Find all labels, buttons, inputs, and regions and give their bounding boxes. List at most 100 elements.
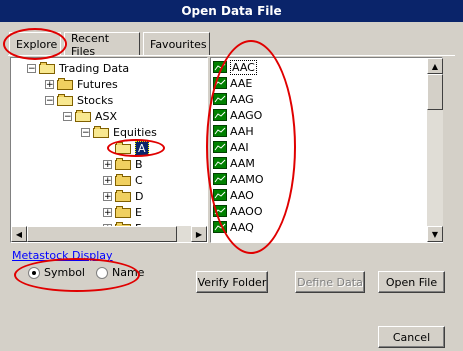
metastock-display-label: Metastock Display [12, 249, 113, 262]
tree-item[interactable]: + E [103, 204, 142, 220]
file-list-vertical-scrollbar[interactable]: ▲ ▼ [427, 58, 443, 242]
name-radio-label: Name [112, 266, 145, 279]
tab-favourites-label: Favourites [150, 38, 207, 51]
folder-icon [57, 78, 73, 90]
folder-icon [115, 190, 131, 202]
tab-underline [8, 55, 455, 56]
file-list-item[interactable]: AAMO [213, 171, 264, 187]
tree-item-label: B [135, 157, 143, 171]
verify-folder-label: Verify Folder [197, 275, 267, 289]
file-list[interactable]: AAC AAE AAG AAGO AAH AAI AAM AAMO AAO AAOO AAQ [210, 57, 443, 243]
tree-item[interactable]: − Stocks [45, 92, 113, 108]
file-list-item[interactable]: AAO [213, 187, 254, 203]
tab-favourites[interactable]: Favourites [143, 32, 210, 56]
tree-item[interactable]: + Futures [45, 76, 118, 92]
open-file-label: Open File [385, 275, 438, 289]
file-list-item[interactable]: AAI [213, 139, 249, 155]
file-list-item[interactable]: AAH [213, 123, 254, 139]
tree-item-label: Trading Data [59, 61, 130, 75]
folder-icon [39, 62, 55, 74]
tree-item[interactable]: − ASX [63, 108, 117, 124]
tree-item-label: Stocks [77, 93, 114, 107]
title-bar: Open Data File [0, 0, 463, 22]
chart-file-icon [213, 221, 227, 233]
tree-item-label: A [135, 140, 149, 156]
tree-item-label: ASX [95, 109, 118, 123]
scroll-up-button[interactable]: ▲ [427, 58, 443, 74]
expand-icon[interactable]: + [103, 159, 112, 169]
scroll-down-button[interactable]: ▼ [427, 226, 443, 242]
file-list-item-label: AAGO [230, 108, 263, 122]
chart-file-icon [213, 125, 227, 137]
file-list-item-label: AAC [230, 59, 257, 75]
tree-horizontal-thumb[interactable] [27, 226, 177, 242]
file-list-item-label: AAMO [230, 172, 264, 186]
tab-recent-files[interactable]: Recent Files [64, 31, 140, 58]
name-radio[interactable] [96, 266, 108, 279]
expand-icon[interactable]: + [103, 207, 112, 217]
folder-icon [75, 110, 91, 122]
chart-file-icon [213, 157, 227, 169]
tree-item-label: D [135, 189, 144, 203]
expand-icon[interactable]: + [45, 79, 54, 89]
folder-icon [115, 158, 131, 170]
symbol-radio-option[interactable]: Symbol [28, 266, 85, 279]
scroll-right-button[interactable]: ▶ [191, 226, 207, 242]
file-list-vertical-thumb[interactable] [427, 74, 443, 110]
expand-icon[interactable]: + [103, 191, 112, 201]
file-list-item-label: AAQ [230, 220, 254, 234]
file-list-item-label: AAG [230, 92, 254, 106]
file-list-item-label: AAOO [230, 204, 263, 218]
chart-file-icon [213, 77, 227, 89]
tree-item[interactable]: − Trading Data [27, 60, 129, 76]
tree-item-label: Equities [113, 125, 157, 139]
metastock-display-link[interactable]: Metastock Display [12, 249, 113, 262]
tree-item[interactable]: + C [103, 172, 143, 188]
collapse-icon[interactable]: − [63, 111, 72, 121]
collapse-icon[interactable]: − [27, 63, 36, 73]
folder-icon [115, 174, 131, 186]
tree-horizontal-scrollbar[interactable]: ◀ ▶ [11, 226, 207, 242]
folder-tree[interactable]: − Trading Data + Futures − Stocks − ASX − Equitie… [10, 57, 208, 243]
collapse-icon[interactable]: − [81, 127, 90, 137]
symbol-radio-label: Symbol [44, 266, 85, 279]
define-data-button[interactable]: Define Data [295, 271, 365, 293]
tree-item[interactable]: + B [103, 156, 143, 172]
tree-item[interactable]: + D [103, 188, 143, 204]
scroll-left-button[interactable]: ◀ [11, 226, 27, 242]
chart-file-icon [213, 93, 227, 105]
file-list-item[interactable]: AAM [213, 155, 255, 171]
chart-file-icon [213, 205, 227, 217]
tab-explore[interactable]: Explore [9, 32, 61, 56]
file-list-item[interactable]: AAOO [213, 203, 262, 219]
chart-file-icon [213, 189, 227, 201]
symbol-radio[interactable] [28, 266, 40, 279]
chart-file-icon [213, 109, 227, 121]
file-list-item-label: AAH [230, 124, 254, 138]
tree-item[interactable]: − Equities [81, 124, 157, 140]
file-list-item[interactable]: AAE [213, 75, 252, 91]
verify-folder-button[interactable]: Verify Folder [196, 271, 268, 293]
file-list-item-label: AAE [230, 76, 253, 90]
file-list-item-label: AAI [230, 140, 249, 154]
window-title: Open Data File [181, 4, 282, 18]
name-radio-option[interactable]: Name [96, 266, 144, 279]
folder-icon [93, 126, 109, 138]
cancel-label: Cancel [392, 330, 431, 344]
file-list-item-label: AAM [230, 156, 255, 170]
expand-icon[interactable]: + [103, 175, 112, 185]
tree-item[interactable]: A [103, 140, 149, 156]
tab-explore-label: Explore [16, 38, 58, 51]
chart-file-icon [213, 141, 227, 153]
open-file-button[interactable]: Open File [378, 271, 445, 293]
chart-file-icon [213, 61, 227, 73]
collapse-icon[interactable]: − [45, 95, 54, 105]
tab-recent-files-label: Recent Files [71, 31, 110, 58]
file-list-item[interactable]: AAG [213, 91, 254, 107]
file-list-item[interactable]: AAQ [213, 219, 254, 235]
file-list-item[interactable]: AAGO [213, 107, 262, 123]
cancel-button[interactable]: Cancel [378, 326, 445, 348]
file-list-item-label: AAO [230, 188, 254, 202]
tree-item-label: Futures [77, 77, 118, 91]
file-list-item[interactable]: AAC [213, 59, 257, 75]
